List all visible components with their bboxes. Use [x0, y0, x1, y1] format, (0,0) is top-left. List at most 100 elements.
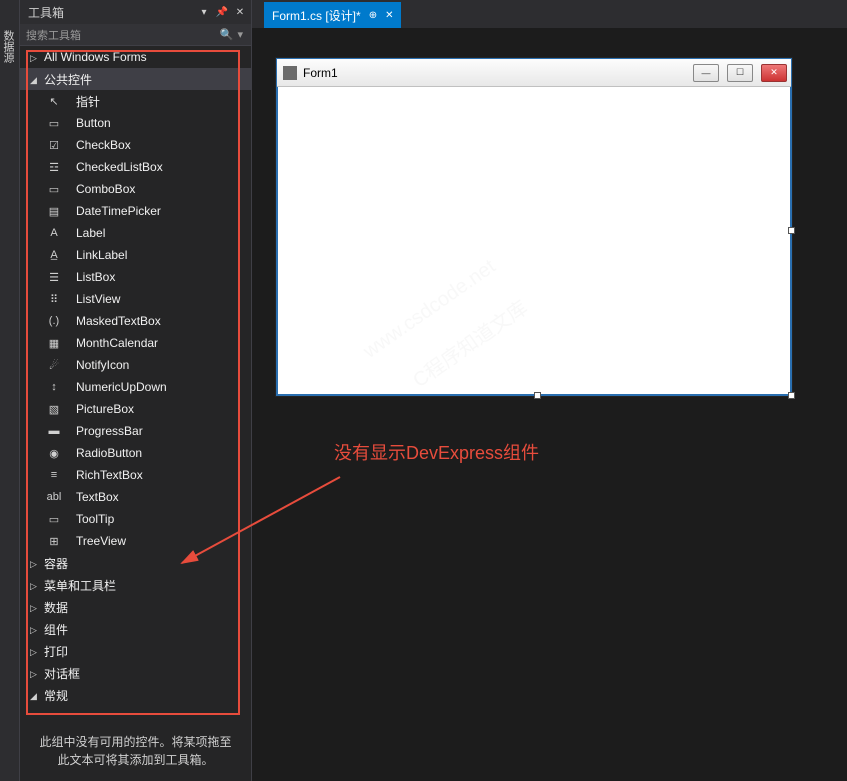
tool-label[interactable]: A Label	[20, 222, 251, 244]
tool-linklabel[interactable]: A̲LinkLabel	[20, 244, 251, 266]
tool-item-label: PictureBox	[76, 402, 134, 416]
picture-icon: ▧	[46, 401, 62, 417]
form-designer-window[interactable]: Form1 — ☐ ✕	[276, 58, 792, 396]
form-caption: Form1	[303, 66, 685, 80]
tool-item-label: ToolTip	[76, 512, 114, 526]
datetime-icon: ▤	[46, 203, 62, 219]
form-titlebar: Form1 — ☐ ✕	[277, 59, 791, 87]
category-data[interactable]: ▷ 数据	[20, 596, 251, 618]
rail-label: 数据源	[0, 0, 16, 63]
category-common-controls[interactable]: ◢ 公共控件	[20, 68, 251, 90]
category-dialogs[interactable]: ▷ 对话框	[20, 662, 251, 684]
tool-picturebox[interactable]: ▧ PictureBox	[20, 398, 251, 420]
close-button[interactable]: ✕	[761, 64, 787, 82]
toolbox-title: 工具箱	[28, 4, 193, 21]
resize-handle-bottom[interactable]	[534, 392, 541, 399]
form-icon	[283, 66, 297, 80]
dropdown-icon[interactable]: ▾	[197, 5, 211, 19]
tool-button[interactable]: ▭ Button	[20, 112, 251, 134]
tool-radiobutton[interactable]: ◉ RadioButton	[20, 442, 251, 464]
tool-item-label: ListView	[76, 292, 120, 306]
close-icon[interactable]: ✕	[233, 5, 247, 19]
tool-item-label: MonthCalendar	[76, 336, 158, 350]
tool-notifyicon[interactable]: ☄ NotifyIcon	[20, 354, 251, 376]
tab-form1-design[interactable]: Form1.cs [设计]* ⊕ ✕	[264, 2, 401, 28]
tool-listview[interactable]: ⠿ ListView	[20, 288, 251, 310]
tool-item-label: CheckedListBox	[76, 160, 163, 174]
close-icon[interactable]: ✕	[385, 10, 393, 21]
pin-icon[interactable]: ⊕	[369, 10, 377, 21]
toolbox-panel: 工具箱 ▾ 📌 ✕ 搜索工具箱 🔍 ▾ ▷ All Windows Forms …	[20, 0, 252, 781]
treeview-icon: ⊞	[46, 533, 62, 549]
resize-handle-right[interactable]	[788, 227, 795, 234]
tool-item-label: ComboBox	[76, 182, 135, 196]
category-general[interactable]: ◢ 常规	[20, 684, 251, 706]
tool-numericupdown[interactable]: ↕NumericUpDown	[20, 376, 251, 398]
minimize-button[interactable]: —	[693, 64, 719, 82]
designer-area: Form1.cs [设计]* ⊕ ✕ Form1 — ☐ ✕ 没有显示DevEx…	[252, 0, 847, 781]
tool-item-label: MaskedTextBox	[76, 314, 161, 328]
design-canvas[interactable]: Form1 — ☐ ✕ 没有显示DevExpress组件 www.csdcode…	[252, 28, 847, 781]
tool-richtextbox[interactable]: ≡ RichTextBox	[20, 464, 251, 486]
tool-item-label: ListBox	[76, 270, 115, 284]
tool-item-label: NotifyIcon	[76, 358, 129, 372]
label-icon: A	[46, 225, 62, 241]
category-containers[interactable]: ▷ 容器	[20, 552, 251, 574]
pointer-icon: ↖	[46, 93, 62, 109]
chevron-right-icon: ▷	[30, 53, 38, 61]
category-print[interactable]: ▷ 打印	[20, 640, 251, 662]
tool-treeview[interactable]: ⊞TreeView	[20, 530, 251, 552]
button-icon: ▭	[46, 115, 62, 131]
chevron-right-icon: ▷	[30, 603, 38, 611]
search-placeholder: 搜索工具箱	[26, 27, 81, 43]
tool-item-label: TextBox	[76, 490, 119, 504]
chevron-right-icon: ▷	[30, 559, 38, 567]
tool-monthcalendar[interactable]: ▦ MonthCalendar	[20, 332, 251, 354]
tool-item-label: Label	[76, 226, 105, 240]
tool-item-label: Button	[76, 116, 111, 130]
listview-icon: ⠿	[46, 291, 62, 307]
radio-icon: ◉	[46, 445, 62, 461]
category-menus-toolbars[interactable]: ▷ 菜单和工具栏	[20, 574, 251, 596]
tab-label: Form1.cs [设计]*	[272, 7, 361, 24]
masked-icon: (.)	[46, 313, 62, 329]
chevron-down-icon[interactable]: ▾	[237, 28, 243, 41]
tool-checkedlistbox[interactable]: ☲CheckedListBox	[20, 156, 251, 178]
richtext-icon: ≡	[46, 467, 62, 483]
tool-item-label: RadioButton	[76, 446, 142, 460]
progress-icon: ▬	[46, 423, 62, 439]
listbox-icon: ☰	[46, 269, 62, 285]
tool-checkbox[interactable]: ☑ CheckBox	[20, 134, 251, 156]
form-client-area[interactable]	[277, 87, 791, 395]
tool-textbox[interactable]: abl TextBox	[20, 486, 251, 508]
search-icon[interactable]: 🔍	[220, 28, 234, 41]
notify-icon: ☄	[46, 357, 62, 373]
document-tab-bar: Form1.cs [设计]* ⊕ ✕	[252, 0, 847, 28]
chevron-right-icon: ▷	[30, 669, 38, 677]
tool-item-label: RichTextBox	[76, 468, 143, 482]
tool-item-label: ProgressBar	[76, 424, 143, 438]
pin-icon[interactable]: 📌	[215, 5, 229, 19]
toolbox-hint: 此组中没有可用的控件。将某项拖至 此文本可将其添加到工具箱。	[20, 725, 251, 781]
checkbox-icon: ☑	[46, 137, 62, 153]
tool-datetimepicker[interactable]: ▤DateTimePicker	[20, 200, 251, 222]
toolbox-search[interactable]: 搜索工具箱 🔍 ▾	[20, 24, 251, 46]
chevron-right-icon: ▷	[30, 647, 38, 655]
maximize-button[interactable]: ☐	[727, 64, 753, 82]
resize-handle-corner[interactable]	[788, 392, 795, 399]
tool-item-label: CheckBox	[76, 138, 131, 152]
calendar-icon: ▦	[46, 335, 62, 351]
dock-rail[interactable]: 数据源	[0, 0, 20, 781]
category-components[interactable]: ▷ 组件	[20, 618, 251, 640]
textbox-icon: abl	[46, 489, 62, 505]
tool-maskedtextbox[interactable]: (.) MaskedTextBox	[20, 310, 251, 332]
tool-item-label: LinkLabel	[76, 248, 127, 262]
tool-tooltip[interactable]: ▭ToolTip	[20, 508, 251, 530]
tool-combobox[interactable]: ▭ComboBox	[20, 178, 251, 200]
tool-指针[interactable]: ↖指针	[20, 90, 251, 112]
tool-progressbar[interactable]: ▬ ProgressBar	[20, 420, 251, 442]
category-all-windows-forms[interactable]: ▷ All Windows Forms	[20, 46, 251, 68]
chevron-right-icon: ▷	[30, 625, 38, 633]
tool-item-label: NumericUpDown	[76, 380, 167, 394]
tool-listbox[interactable]: ☰ ListBox	[20, 266, 251, 288]
